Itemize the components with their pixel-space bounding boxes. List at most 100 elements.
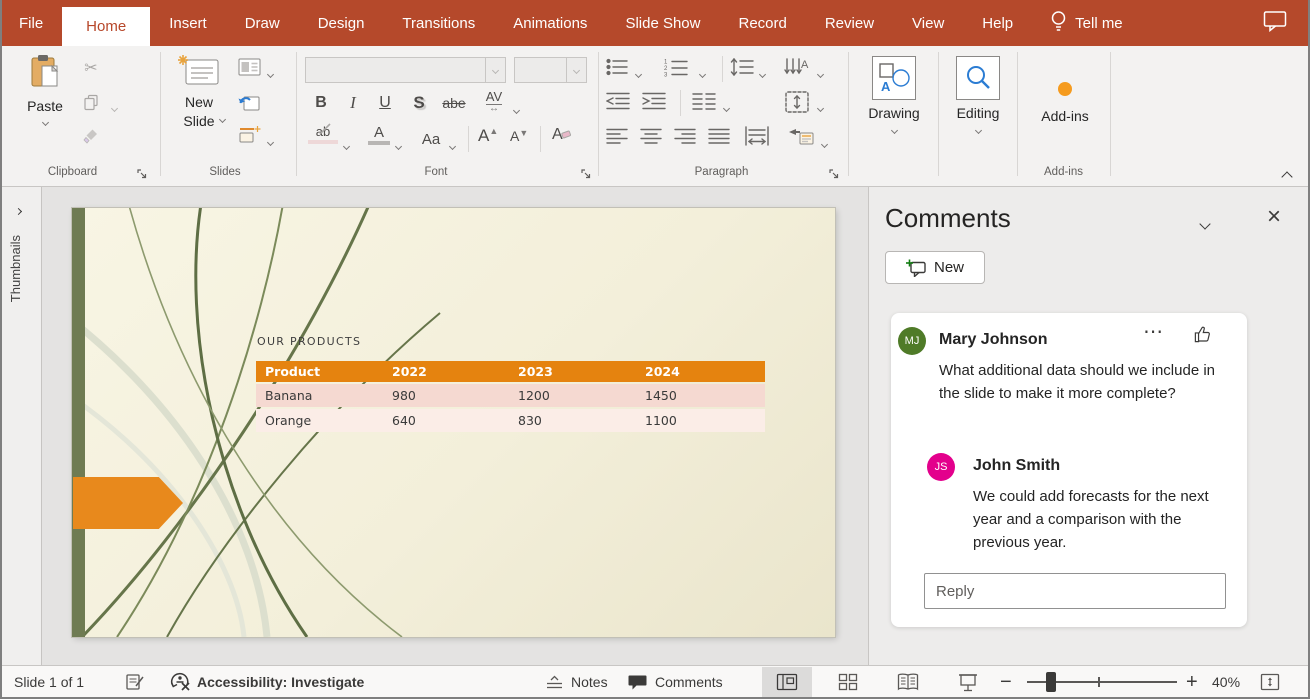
comments-panel-collapse-button[interactable] [1201,215,1209,233]
change-case-chevron[interactable] [450,136,455,154]
table-header-product[interactable]: Product [256,361,383,382]
fit-to-window-button[interactable] [1260,666,1280,698]
justify-button[interactable] [708,128,730,144]
align-left-button[interactable] [606,128,628,144]
tab-file[interactable]: File [0,0,62,46]
align-center-button[interactable] [640,128,662,144]
normal-view-button[interactable] [762,667,812,697]
font-color-chevron[interactable] [396,136,401,154]
paste-button[interactable]: Paste [18,54,72,125]
window-comments-icon[interactable] [1263,10,1288,37]
zoom-slider[interactable] [1027,666,1177,698]
font-color-button[interactable]: A [368,124,390,145]
table-cell[interactable]: Banana [256,384,383,407]
clipboard-dialog-launcher[interactable] [136,167,148,185]
text-shadow-button[interactable]: S [406,90,432,116]
font-name-dropdown-icon[interactable] [485,58,505,82]
distribute-text-button[interactable] [744,126,770,146]
numbering-chevron[interactable] [700,64,705,82]
table-cell[interactable]: 640 [383,409,509,432]
notes-button[interactable]: Notes [545,666,608,698]
zoom-level-button[interactable]: 40% [1212,666,1240,698]
grow-font-button[interactable]: A▲ [478,126,498,146]
columns-button[interactable] [692,92,716,110]
italic-button[interactable]: I [340,90,366,116]
highlight-chevron[interactable] [344,136,349,154]
zoom-in-button[interactable]: + [1186,666,1198,698]
tab-animations[interactable]: Animations [494,0,606,46]
comments-panel-close-button[interactable]: × [1267,203,1281,231]
change-case-button[interactable]: Aa [416,128,446,150]
tab-slide-show[interactable]: Slide Show [606,0,719,46]
highlight-button[interactable]: ab [308,124,338,144]
tab-record[interactable]: Record [719,0,805,46]
table-header-2022[interactable]: 2022 [383,361,509,382]
font-name-combobox[interactable] [305,57,506,83]
tab-view[interactable]: View [893,0,963,46]
comment-more-button[interactable]: ⋯ [1143,319,1164,344]
table-cell[interactable]: 1100 [636,409,765,432]
accessibility-checker[interactable]: Accessibility: Investigate [170,666,364,698]
table-cell[interactable]: 1450 [636,384,765,407]
underline-button[interactable]: U [372,90,398,116]
line-spacing-button[interactable] [730,58,754,76]
paragraph-dialog-launcher[interactable] [828,167,840,185]
convert-smartart-button[interactable] [788,128,814,146]
align-text-chevron[interactable] [818,98,823,116]
tab-home[interactable]: Home [62,7,150,46]
reading-view-button[interactable] [883,667,933,697]
section-button[interactable] [238,126,261,144]
spell-check-button[interactable] [125,666,145,698]
text-direction-button[interactable]: A [784,58,810,77]
add-ins-button[interactable]: Add-ins [1022,82,1108,124]
line-spacing-chevron[interactable] [760,64,765,82]
text-direction-chevron[interactable] [818,64,823,82]
expand-thumbnails-chevron-icon[interactable] [15,208,22,215]
tab-design[interactable]: Design [299,0,384,46]
table-cell[interactable]: 1200 [509,384,636,407]
font-size-combobox[interactable] [514,57,587,83]
table-cell[interactable]: Orange [256,409,383,432]
reset-slide-button[interactable] [238,92,260,112]
slide-indicator[interactable]: Slide 1 of 1 [14,666,84,698]
layout-button[interactable] [238,58,261,76]
zoom-slider-thumb[interactable] [1046,672,1056,692]
table-cell[interactable]: 980 [383,384,509,407]
tell-me-button[interactable]: Tell me [1050,0,1123,46]
font-size-dropdown-icon[interactable] [566,58,586,82]
drawing-button[interactable]: A Drawing [855,56,933,133]
layout-chevron[interactable] [268,64,273,82]
tab-help[interactable]: Help [963,0,1032,46]
align-text-button[interactable] [784,90,810,114]
section-chevron[interactable] [268,132,273,150]
zoom-out-button[interactable]: − [1000,666,1012,698]
comments-toggle-button[interactable]: Comments [628,666,723,698]
slideshow-view-button[interactable] [943,667,993,697]
collapse-ribbon-button[interactable] [1283,168,1291,186]
character-spacing-button[interactable]: AV ↔ [478,88,510,112]
copy-button[interactable] [80,92,102,112]
format-painter-button[interactable] [80,126,102,146]
slide-sorter-view-button[interactable] [823,667,873,697]
comment-like-button[interactable] [1193,325,1212,349]
tab-draw[interactable]: Draw [226,0,299,46]
thumbnails-pane-collapsed[interactable]: Thumbnails [0,187,42,665]
table-header-2024[interactable]: 2024 [636,361,765,382]
align-right-button[interactable] [674,128,696,144]
slide-table[interactable]: Product 2022 2023 2024 Banana 980 1200 1… [256,359,765,434]
tab-transitions[interactable]: Transitions [383,0,494,46]
copy-options-chevron[interactable] [112,98,117,116]
new-slide-button[interactable]: New Slide [168,54,230,122]
cut-button[interactable]: ✂ [80,58,102,78]
clear-formatting-button[interactable]: A [552,126,572,144]
new-comment-button[interactable]: New [885,251,985,284]
character-spacing-chevron[interactable] [514,100,519,118]
slide-title[interactable]: OUR PRODUCTS [257,335,361,348]
strikethrough-button[interactable]: abe [438,90,470,116]
bullets-chevron[interactable] [636,64,641,82]
increase-indent-button[interactable] [642,92,666,110]
tab-insert[interactable]: Insert [150,0,226,46]
shrink-font-button[interactable]: A▼ [510,128,528,146]
columns-chevron[interactable] [724,98,729,116]
tab-review[interactable]: Review [806,0,893,46]
